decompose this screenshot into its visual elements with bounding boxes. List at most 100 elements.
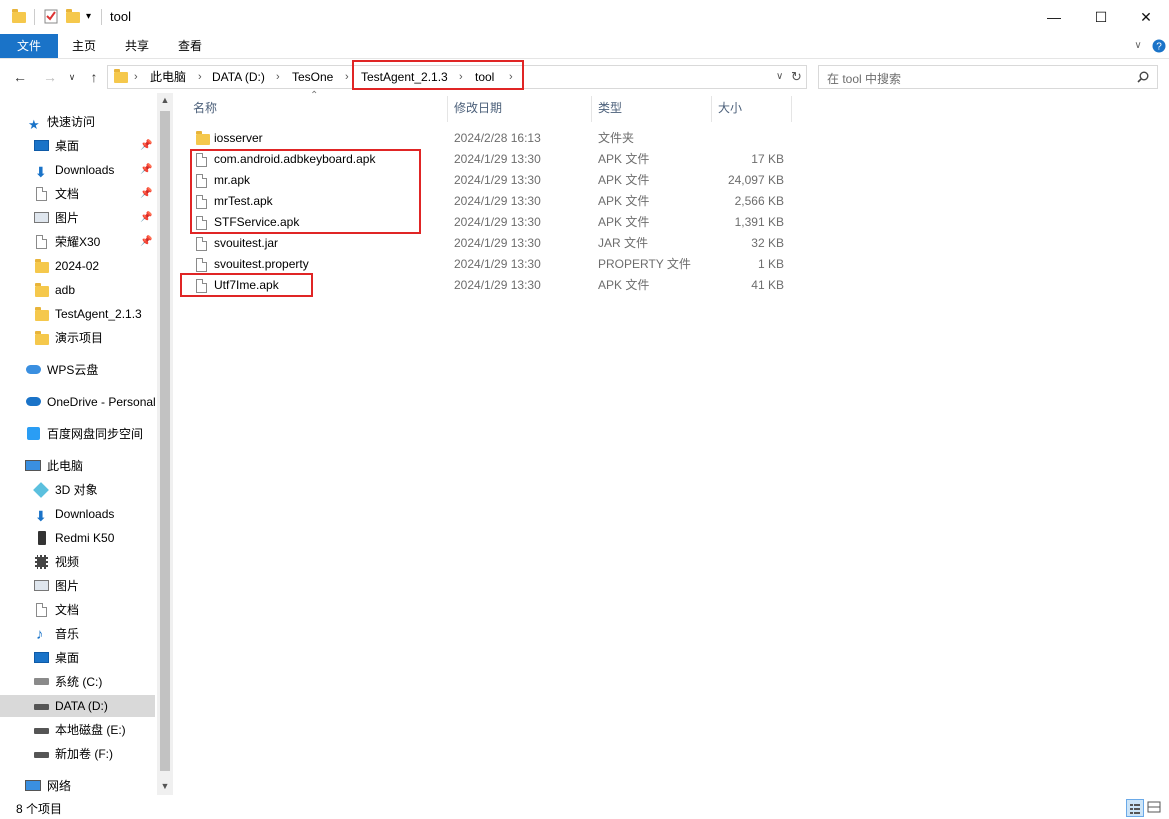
search-input[interactable]: 在 tool 中搜索	[818, 65, 1158, 89]
scrollbar-thumb[interactable]	[160, 111, 170, 771]
pin-icon[interactable]: 📌	[140, 207, 152, 229]
address-bar[interactable]: › 此电脑 › DATA (D:) › TesOne › TestAgent_2…	[107, 65, 807, 89]
chevron-right-icon[interactable]: ›	[276, 66, 280, 88]
column-header-date[interactable]: 修改日期	[454, 96, 502, 120]
tab-view[interactable]: 查看	[168, 34, 212, 58]
sidebar-item-drive-f[interactable]: 新加卷 (F:)	[0, 743, 155, 765]
picture-icon	[34, 212, 49, 223]
file-icon	[196, 174, 207, 188]
sidebar-item-honor-x30[interactable]: 荣耀X30 📌	[0, 231, 155, 253]
sidebar-item-redmi-k50[interactable]: Redmi K50	[0, 527, 155, 549]
sidebar-item-documents[interactable]: 文档 📌	[0, 183, 155, 205]
recent-locations-icon[interactable]: ∨	[62, 67, 82, 87]
sidebar-scrollbar[interactable]: ▲ ▼	[157, 93, 173, 795]
breadcrumb-testagent[interactable]: TestAgent_2.1.3	[361, 66, 448, 88]
sidebar-item-drive-d[interactable]: DATA (D:)	[0, 695, 155, 717]
address-dropdown-icon[interactable]: ∨	[776, 66, 783, 88]
close-button[interactable]: ✕	[1123, 0, 1169, 34]
file-row[interactable]: svouitest.property 2024/1/29 13:30 PROPE…	[190, 254, 790, 275]
customize-toolbar-icon[interactable]: ▾	[86, 11, 102, 29]
folder-icon	[196, 131, 210, 145]
sidebar-item-this-pc[interactable]: 此电脑	[0, 455, 155, 477]
column-divider[interactable]	[591, 96, 592, 122]
sidebar-item-pictures[interactable]: 图片 📌	[0, 207, 155, 229]
breadcrumb-tesone[interactable]: TesOne	[292, 66, 333, 88]
file-row[interactable]: mr.apk 2024/1/29 13:30 APK 文件 24,097 KB	[190, 170, 790, 191]
file-icon	[196, 216, 207, 230]
pin-icon[interactable]: 📌	[140, 159, 152, 181]
chevron-right-icon[interactable]: ›	[509, 66, 513, 88]
sidebar-item-demo-project[interactable]: 演示项目	[0, 327, 155, 349]
column-header-type[interactable]: 类型	[598, 96, 622, 120]
forward-arrow-icon[interactable]: →	[40, 67, 60, 87]
breadcrumb-tool[interactable]: tool	[475, 66, 494, 88]
breadcrumb-data-d[interactable]: DATA (D:)	[212, 66, 265, 88]
pin-icon[interactable]: 📌	[140, 183, 152, 205]
file-row[interactable]: STFService.apk 2024/1/29 13:30 APK 文件 1,…	[190, 212, 790, 233]
help-icon[interactable]: ?	[1151, 34, 1167, 58]
large-icons-view-icon[interactable]	[1146, 799, 1164, 817]
chevron-right-icon[interactable]: ›	[345, 66, 349, 88]
file-row[interactable]: com.android.adbkeyboard.apk 2024/1/29 13…	[190, 149, 790, 170]
chevron-right-icon[interactable]: ›	[198, 66, 202, 88]
sidebar-item-quick-access[interactable]: ★ 快速访问	[0, 111, 155, 133]
sidebar-item-2024-02[interactable]: 2024-02	[0, 255, 155, 277]
search-icon[interactable]	[1137, 71, 1149, 83]
column-divider[interactable]	[711, 96, 712, 122]
maximize-button[interactable]: ☐	[1078, 0, 1124, 34]
refresh-icon[interactable]: ↻	[791, 66, 802, 88]
document-icon	[36, 187, 47, 201]
sidebar-item-wps-cloud[interactable]: WPS云盘	[0, 359, 155, 381]
file-row[interactable]: mrTest.apk 2024/1/29 13:30 APK 文件 2,566 …	[190, 191, 790, 212]
cube-icon	[33, 482, 49, 498]
tab-file[interactable]: 文件	[0, 34, 58, 58]
sidebar-item-pc-downloads[interactable]: ⬇ Downloads	[0, 503, 155, 525]
column-header-size[interactable]: 大小	[718, 96, 742, 120]
sidebar-item-baidu-sync[interactable]: 百度网盘同步空间	[0, 423, 155, 445]
folder-icon	[35, 307, 49, 321]
new-folder-icon[interactable]	[66, 8, 82, 26]
scroll-down-icon[interactable]: ▼	[157, 781, 173, 791]
sidebar-item-desktop[interactable]: 桌面 📌	[0, 135, 155, 157]
pin-icon[interactable]: 📌	[140, 135, 152, 157]
sidebar-item-videos[interactable]: 视频	[0, 551, 155, 573]
column-divider[interactable]	[791, 96, 792, 122]
properties-icon[interactable]	[44, 8, 60, 26]
pin-icon[interactable]: 📌	[140, 231, 152, 253]
onedrive-cloud-icon	[26, 397, 41, 406]
folder-icon	[35, 331, 49, 345]
window-title: tool	[110, 9, 131, 24]
sidebar-item-3d-objects[interactable]: 3D 对象	[0, 479, 155, 501]
file-row[interactable]: Utf7Ime.apk 2024/1/29 13:30 APK 文件 41 KB	[190, 275, 790, 296]
sidebar-item-network[interactable]: 网络	[0, 775, 155, 795]
column-divider[interactable]	[447, 96, 448, 122]
system-drive-icon	[34, 678, 49, 685]
tab-home[interactable]: 主页	[62, 34, 106, 58]
sidebar-item-pc-desktop[interactable]: 桌面	[0, 647, 155, 669]
sidebar-item-adb[interactable]: adb	[0, 279, 155, 301]
tab-share[interactable]: 共享	[115, 34, 159, 58]
sidebar-item-music[interactable]: ♪ 音乐	[0, 623, 155, 645]
sidebar-item-pc-documents[interactable]: 文档	[0, 599, 155, 621]
file-row[interactable]: svouitest.jar 2024/1/29 13:30 JAR 文件 32 …	[190, 233, 790, 254]
sidebar-item-downloads[interactable]: ⬇ Downloads 📌	[0, 159, 155, 181]
up-arrow-icon[interactable]: ↑	[84, 67, 104, 87]
back-arrow-icon[interactable]: ←	[10, 67, 30, 87]
sidebar-item-testagent[interactable]: TestAgent_2.1.3	[0, 303, 155, 325]
scroll-up-icon[interactable]: ▲	[157, 95, 173, 105]
file-row[interactable]: iosserver 2024/2/28 16:13 文件夹	[190, 128, 790, 149]
sidebar-item-drive-c[interactable]: 系统 (C:)	[0, 671, 155, 693]
sidebar-item-onedrive[interactable]: OneDrive - Personal	[0, 391, 155, 413]
expand-ribbon-icon[interactable]: ∨	[1128, 34, 1148, 58]
download-arrow-icon: ⬇	[35, 164, 47, 180]
sidebar-item-pc-pictures[interactable]: 图片	[0, 575, 155, 597]
chevron-right-icon[interactable]: ›	[134, 66, 138, 88]
file-icon	[196, 153, 207, 167]
minimize-button[interactable]: —	[1031, 0, 1077, 34]
sidebar-item-drive-e[interactable]: 本地磁盘 (E:)	[0, 719, 155, 741]
breadcrumb-this-pc[interactable]: 此电脑	[150, 66, 186, 88]
details-view-icon[interactable]	[1126, 799, 1144, 817]
chevron-right-icon[interactable]: ›	[459, 66, 463, 88]
navigation-pane: ★ 快速访问 桌面 📌 ⬇ Downloads 📌 文档 📌 图片 📌 荣耀X3…	[0, 100, 157, 795]
column-header-name[interactable]: 名称	[193, 96, 217, 120]
